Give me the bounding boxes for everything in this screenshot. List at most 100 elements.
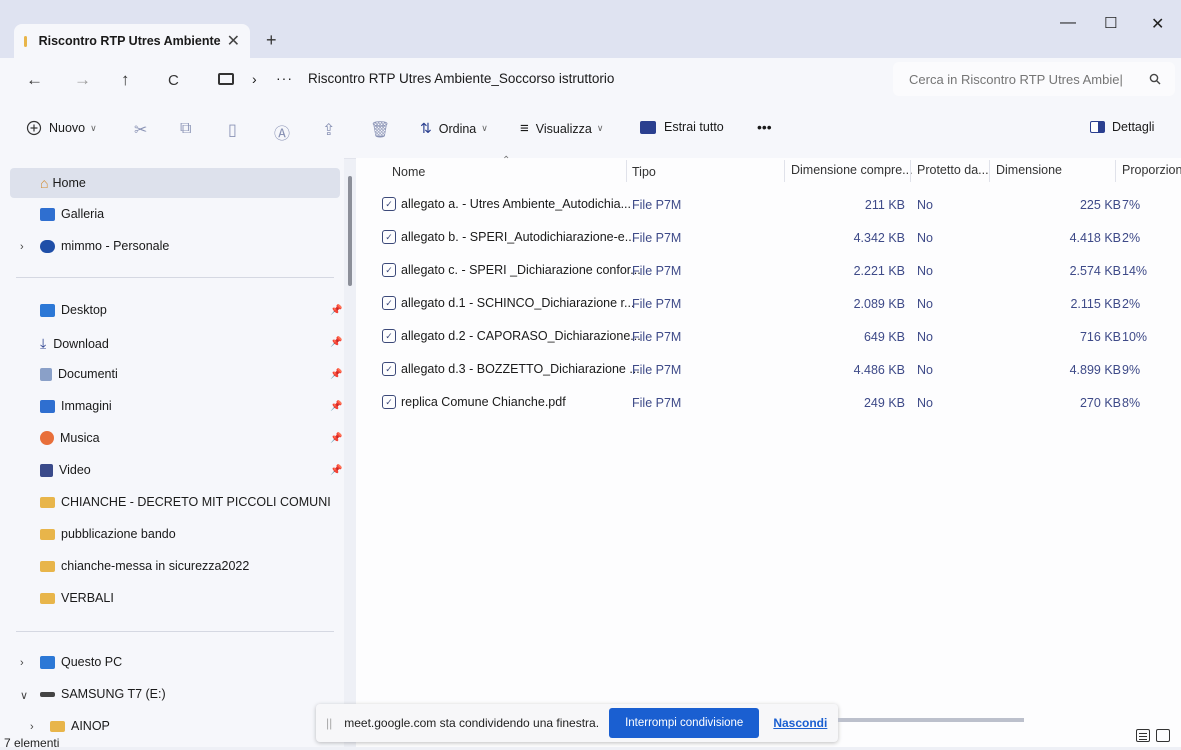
breadcrumb-path[interactable]: Riscontro RTP Utres Ambiente_Soccorso is… (308, 71, 614, 86)
delete-icon[interactable]: 🗑 (370, 120, 390, 140)
sidebar-item-drive[interactable]: SAMSUNG T7 (E:) (40, 687, 166, 701)
column-header-type[interactable]: Tipo (632, 165, 656, 179)
checkbox-icon[interactable]: ✓ (382, 296, 396, 310)
sidebar-item-gallery[interactable]: Galleria (40, 207, 104, 221)
tab-active[interactable]: Riscontro RTP Utres Ambiente ✕ (14, 24, 250, 58)
file-size-cell: 2.574 KB (1069, 264, 1121, 278)
column-separator[interactable] (1115, 160, 1116, 182)
sidebar-item-label: Home (52, 176, 86, 190)
file-row-name[interactable]: ✓ allegato d.1 - SCHINCO_Dichiarazione r.… (382, 296, 634, 310)
back-button[interactable]: ← (26, 70, 43, 90)
sidebar-item-video[interactable]: Video (40, 463, 91, 477)
view-label: Visualizza (535, 121, 592, 136)
view-button[interactable]: ≡ Visualizza ∨ (520, 120, 603, 137)
share-icon[interactable]: ⇪ (322, 120, 335, 140)
details-view-icon[interactable] (1136, 729, 1150, 742)
collapse-chevron-icon[interactable]: ∨ (20, 689, 28, 702)
checkbox-icon[interactable]: ✓ (382, 230, 396, 244)
file-row-name[interactable]: ✓ allegato c. - SPERI _Dichiarazione conf… (382, 263, 641, 277)
column-header-name[interactable]: Nome (392, 165, 425, 179)
sidebar-scrollbar[interactable] (348, 176, 352, 286)
sidebar-item-desktop[interactable]: Desktop (40, 303, 107, 317)
more-options-button[interactable]: ••• (757, 119, 772, 135)
pin-icon[interactable]: 📌 (330, 369, 342, 380)
column-header-size[interactable]: Dimensione (996, 163, 1062, 177)
hide-button[interactable]: Nascondi (773, 716, 827, 730)
checkbox-icon[interactable]: ✓ (382, 263, 396, 277)
pin-icon[interactable]: 📌 (330, 465, 342, 476)
tiles-view-icon[interactable] (1156, 729, 1170, 742)
sidebar-item-folder[interactable]: chianche-messa in sicurezza2022 (40, 559, 249, 573)
maximize-button[interactable]: ☐ (1104, 14, 1117, 32)
pin-icon[interactable]: 📌 (330, 305, 342, 316)
desktop-icon (40, 303, 55, 317)
up-button[interactable]: ↑ (121, 70, 130, 90)
monitor-icon[interactable] (218, 73, 234, 85)
folder-icon (40, 592, 55, 604)
sort-button[interactable]: ⇅ Ordina ∨ (420, 120, 488, 137)
minimize-button[interactable]: — (1060, 14, 1076, 32)
sidebar-item-ainop[interactable]: AINOP (50, 719, 110, 733)
cut-icon[interactable]: ✂ (134, 120, 147, 140)
checkbox-icon[interactable]: ✓ (382, 329, 396, 343)
sidebar-item-label: Video (59, 463, 91, 477)
file-row-name[interactable]: ✓ replica Comune Chianche.pdf (382, 395, 566, 409)
file-name: allegato d.2 - CAPORASO_Dichiarazione... (401, 329, 641, 343)
paste-icon[interactable]: ▯ (228, 120, 237, 140)
status-item-count: 7 elementi (4, 736, 60, 750)
file-protected-cell: No (917, 330, 933, 344)
pin-icon[interactable]: 📌 (330, 401, 342, 412)
new-button[interactable]: Nuovo ∨ (26, 120, 97, 136)
expand-chevron-icon[interactable]: › (30, 721, 34, 733)
column-header-compressed-size[interactable]: Dimensione compre... (791, 163, 913, 177)
plus-circle-icon (26, 120, 42, 136)
file-row-name[interactable]: ✓ allegato b. - SPERI_Autodichiarazione-e… (382, 230, 635, 244)
extract-all-button[interactable]: Estrai tutto (640, 120, 724, 134)
rename-icon[interactable]: Ⓐ (274, 120, 290, 144)
search-input[interactable] (907, 70, 1149, 88)
file-row-name[interactable]: ✓ allegato d.3 - BOZZETTO_Dichiarazione .… (382, 362, 640, 376)
checkbox-icon[interactable]: ✓ (382, 362, 396, 376)
sidebar-item-folder[interactable]: CHIANCHE - DECRETO MIT PICCOLI COMUNI (40, 495, 331, 509)
expand-chevron-icon[interactable]: › (20, 241, 24, 253)
sidebar-item-folder[interactable]: pubblicazione bando (40, 527, 176, 541)
forward-button[interactable]: → (74, 70, 91, 90)
column-header-ratio[interactable]: Proporzion (1122, 163, 1181, 177)
sidebar-item-music[interactable]: Musica (40, 431, 100, 445)
pin-icon[interactable]: 📌 (330, 337, 342, 348)
expand-chevron-icon[interactable]: › (20, 657, 24, 669)
details-button[interactable]: Dettagli (1090, 120, 1154, 134)
sidebar-item-images[interactable]: Immagini (40, 399, 112, 413)
file-compressed-cell: 4.486 KB (853, 363, 905, 377)
column-separator[interactable] (910, 160, 911, 182)
sidebar-item-folder[interactable]: VERBALI (40, 591, 114, 605)
sidebar-item-this-pc[interactable]: Questo PC (40, 655, 122, 669)
sidebar-item-onedrive[interactable]: mimmo - Personale (40, 239, 169, 253)
new-tab-button[interactable]: + (266, 30, 277, 51)
file-name: allegato c. - SPERI _Dichiarazione confo… (401, 263, 641, 277)
drag-handle-icon[interactable]: || (326, 716, 332, 730)
copy-icon[interactable]: ⧉ (180, 120, 191, 138)
column-separator[interactable] (784, 160, 785, 182)
breadcrumb-more[interactable]: ··· (276, 70, 293, 86)
stop-sharing-button[interactable]: Interrompi condivisione (609, 708, 760, 738)
refresh-button[interactable]: C (168, 72, 179, 89)
column-separator[interactable] (989, 160, 990, 182)
search-box[interactable] (893, 62, 1175, 96)
tab-close-icon[interactable]: ✕ (227, 31, 240, 51)
sidebar-item-download[interactable]: ⤓ Download (40, 335, 109, 352)
pin-icon[interactable]: 📌 (330, 433, 342, 444)
sidebar-item-documents[interactable]: Documenti (40, 367, 118, 381)
search-icon[interactable] (1149, 73, 1161, 85)
column-separator[interactable] (626, 160, 627, 182)
column-header-protected[interactable]: Protetto da... (917, 163, 989, 177)
file-row-name[interactable]: ✓ allegato a. - Utres Ambiente_Autodichia… (382, 197, 631, 211)
checkbox-icon[interactable]: ✓ (382, 197, 396, 211)
close-window-button[interactable]: ✕ (1151, 14, 1164, 34)
sidebar-item-label: Musica (60, 431, 100, 445)
checkbox-icon[interactable]: ✓ (382, 395, 396, 409)
details-label: Dettagli (1112, 120, 1155, 134)
sidebar-item-home[interactable]: ⌂ Home (40, 175, 86, 191)
file-row-name[interactable]: ✓ allegato d.2 - CAPORASO_Dichiarazione..… (382, 329, 641, 343)
view-switcher (1136, 729, 1170, 742)
